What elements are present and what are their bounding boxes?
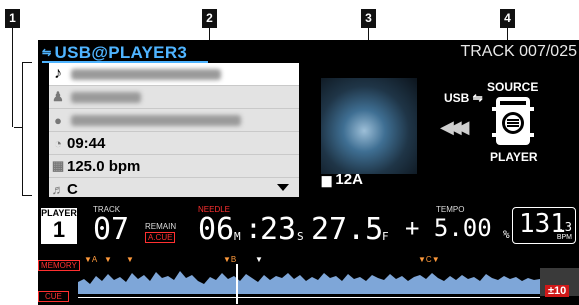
- frames-value: 27.5: [311, 212, 384, 247]
- pitch-range-badge: ±10: [545, 285, 570, 297]
- album-row: ●: [49, 109, 299, 132]
- marker-c-label: C: [425, 255, 432, 264]
- callout-4: 4: [500, 9, 515, 28]
- bpm-icon: ▦: [51, 158, 65, 173]
- source-label: USB@PLAYER3: [54, 43, 188, 62]
- current-cue-marker: ▼: [255, 255, 263, 264]
- remain-label: REMAIN: [145, 222, 177, 231]
- bpm-display: 131 .3 BPM: [512, 207, 576, 244]
- title-row: ♪: [49, 63, 299, 86]
- key-tag-icon: ▆: [322, 173, 332, 187]
- title-blurred: [71, 68, 221, 80]
- callout-1-tick: [14, 127, 22, 128]
- usb-label: USB ⇋: [444, 91, 483, 105]
- callout-1: 1: [5, 9, 20, 28]
- bpm-row: ▦ 125.0 bpm: [49, 155, 299, 178]
- cdj-display: ⇋ USB@PLAYER3 TRACK 007/025 ♪ ♟ ● ◔ 09:44…: [38, 40, 579, 305]
- minutes-value: 06: [198, 212, 235, 247]
- key-icon: ♬: [51, 181, 65, 197]
- callout-1-bracket: [22, 62, 32, 196]
- hot-cue-marker: ▼C▼: [418, 255, 440, 264]
- source-heading: SOURCE: [487, 80, 539, 94]
- artist-icon: ♟: [52, 89, 64, 104]
- album-artwork: [321, 78, 417, 174]
- marker-b-label: B: [230, 255, 237, 264]
- waveform-scale: [78, 297, 540, 305]
- tempo-value: + 5.00: [405, 214, 492, 242]
- music-note-icon: ♪: [54, 65, 62, 82]
- player-number: 1: [52, 217, 66, 242]
- player-device-icon: [492, 97, 534, 145]
- bpm-unit: BPM: [556, 234, 572, 241]
- artist-row: ♟: [49, 86, 299, 109]
- time-row: ◔ 09:44: [49, 132, 299, 155]
- seconds-unit: S: [297, 230, 304, 243]
- track-label: TRACK: [460, 43, 515, 60]
- chevron-down-icon[interactable]: [277, 184, 289, 191]
- track-info-panel[interactable]: ♪ ♟ ● ◔ 09:44 ▦ 125.0 bpm ♬ C: [49, 63, 299, 200]
- tempo-unit: %: [503, 228, 510, 241]
- tempo-label: TEMPO: [436, 205, 465, 214]
- album-key-tag: ▆ 12A: [322, 171, 363, 188]
- usb-label-text: USB: [444, 91, 470, 105]
- hot-cue-marker: ▼A: [84, 255, 98, 264]
- bpm-decimal: .3: [557, 220, 572, 234]
- player-number-box: PLAYER 1: [41, 208, 77, 244]
- callout-1-leader: [12, 28, 13, 127]
- frames-unit: F: [382, 230, 389, 243]
- usb-icon: ⇋: [469, 91, 483, 105]
- seconds-value: 23: [260, 212, 297, 247]
- deck-track-number: 07: [93, 212, 130, 247]
- play-reverse-icon: ◀◀◀: [440, 117, 469, 137]
- album-icon: ●: [54, 112, 62, 128]
- key-row: ♬ C: [49, 178, 299, 200]
- source-indicator[interactable]: ⇋ USB@PLAYER3: [42, 43, 187, 63]
- track-counter: TRACK 007/025: [460, 43, 577, 61]
- artist-blurred: [71, 91, 141, 103]
- track-key: C: [67, 180, 78, 198]
- cue-tab[interactable]: CUE: [38, 291, 69, 302]
- callout-2: 2: [202, 9, 217, 28]
- callout-3: 3: [361, 9, 376, 28]
- player-label: PLAYER: [490, 150, 538, 164]
- track-bpm: 125.0 bpm: [67, 157, 141, 175]
- minutes-unit: M: [234, 230, 241, 243]
- cue-marker: ▼: [104, 255, 112, 264]
- clock-icon: ◔: [54, 135, 62, 151]
- auto-cue-badge: A.CUE: [145, 232, 176, 243]
- album-key-value: 12A: [335, 171, 363, 188]
- usb-icon: ⇋: [42, 47, 52, 59]
- memory-tab[interactable]: MEMORY: [38, 260, 80, 271]
- track-number: 007/025: [519, 43, 577, 60]
- track-time: 09:44: [67, 134, 106, 152]
- marker-a-label: A: [91, 255, 98, 264]
- album-blurred: [71, 114, 241, 126]
- cue-marker: ▼: [126, 255, 134, 264]
- deck-status-bar: PLAYER 1 TRACK 07 REMAIN A.CUE NEEDLE 06…: [38, 200, 579, 305]
- hot-cue-marker: ▼B: [223, 255, 237, 264]
- waveform[interactable]: [78, 266, 540, 294]
